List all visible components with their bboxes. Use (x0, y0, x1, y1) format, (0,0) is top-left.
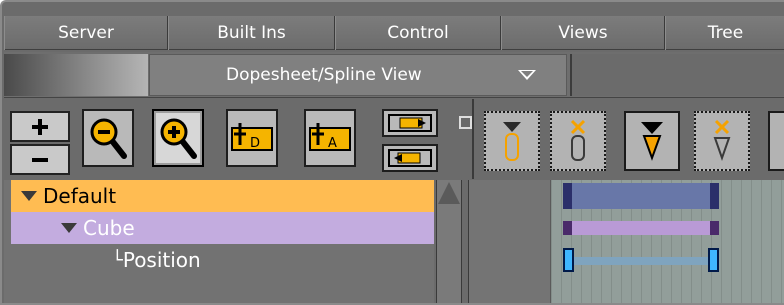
menu-tab-server[interactable]: Server (4, 16, 168, 50)
expand-triangle-icon[interactable] (21, 191, 37, 201)
position-bar[interactable] (571, 257, 711, 265)
zoom-in-icon (160, 118, 197, 159)
menu-tab-built-ins[interactable]: Built Ins (168, 16, 335, 50)
keyframe-start[interactable] (563, 248, 574, 272)
snap-right-icon (388, 114, 432, 132)
application-window: Server Built Ins Control Views Tree Dope… (0, 0, 784, 305)
remove-keyframe-icon (713, 119, 731, 162)
delete-key-icon (570, 119, 586, 161)
track-row-position (551, 244, 784, 276)
director-icon: D (231, 123, 273, 151)
action-bar[interactable] (563, 221, 719, 235)
track-row-cube (551, 212, 784, 244)
keyframe-toolbar (472, 99, 784, 179)
expand-all-button[interactable] (10, 111, 70, 142)
action-icon: A (309, 123, 351, 151)
snap-right-button[interactable] (382, 109, 438, 137)
scene-tree: Default Cube └ Position (4, 180, 434, 303)
insert-key-button[interactable] (484, 111, 540, 171)
menu-tab-tree[interactable]: Tree (665, 16, 784, 50)
tree-item-cube[interactable]: Cube (11, 212, 434, 244)
add-action-button[interactable]: A (304, 109, 356, 167)
svg-text:D: D (250, 136, 260, 151)
expand-triangle-icon[interactable] (61, 223, 77, 233)
view-selector-label: Dopesheet/Spline View (226, 65, 422, 85)
menu-tab-control[interactable]: Control (335, 16, 501, 50)
delete-key-button[interactable] (550, 111, 606, 171)
panel-splitter-handle[interactable] (459, 116, 472, 129)
view-header-gradient (4, 54, 148, 96)
view-header: Dopesheet/Spline View (4, 52, 784, 98)
timeline-panel (468, 180, 784, 303)
keyframe-end[interactable] (708, 248, 719, 272)
tree-item-label: Position (122, 248, 201, 272)
director-bar[interactable] (563, 183, 719, 209)
snap-left-icon (388, 149, 432, 167)
tree-item-default[interactable]: Default (11, 180, 434, 212)
zoom-out-icon (90, 118, 127, 159)
add-director-button[interactable]: D (226, 109, 278, 167)
view-header-spacer (570, 54, 784, 96)
tree-item-position[interactable]: └ Position (11, 244, 434, 276)
toolbar-overflow-button[interactable] (768, 111, 784, 171)
minus-icon (32, 157, 48, 162)
tree-item-label: Cube (83, 216, 135, 240)
zoom-out-button[interactable] (82, 109, 134, 167)
timeline-gutter (469, 180, 551, 303)
tree-toolbar: D A (4, 99, 468, 179)
plus-icon (32, 118, 48, 135)
tree-item-label: Default (43, 184, 117, 208)
tree-scrollbar[interactable] (436, 180, 462, 303)
chevron-down-icon (518, 70, 536, 80)
zoom-in-button[interactable] (152, 109, 204, 167)
menu-tab-views[interactable]: Views (501, 16, 665, 50)
track-row-default (551, 180, 784, 212)
tree-branch-glyph: └ (112, 249, 123, 271)
menu-bar: Server Built Ins Control Views Tree (4, 16, 784, 50)
snap-left-button[interactable] (382, 144, 438, 172)
add-keyframe-button[interactable] (624, 111, 680, 171)
timeline-grid[interactable] (551, 180, 784, 303)
view-selector-dropdown[interactable]: Dopesheet/Spline View (149, 54, 567, 96)
collapse-all-button[interactable] (10, 144, 70, 175)
insert-key-icon (503, 122, 521, 161)
scroll-up-arrow-icon[interactable] (438, 182, 460, 204)
svg-text:A: A (328, 136, 337, 151)
remove-keyframe-button[interactable] (694, 111, 750, 171)
add-keyframe-icon (641, 122, 663, 161)
